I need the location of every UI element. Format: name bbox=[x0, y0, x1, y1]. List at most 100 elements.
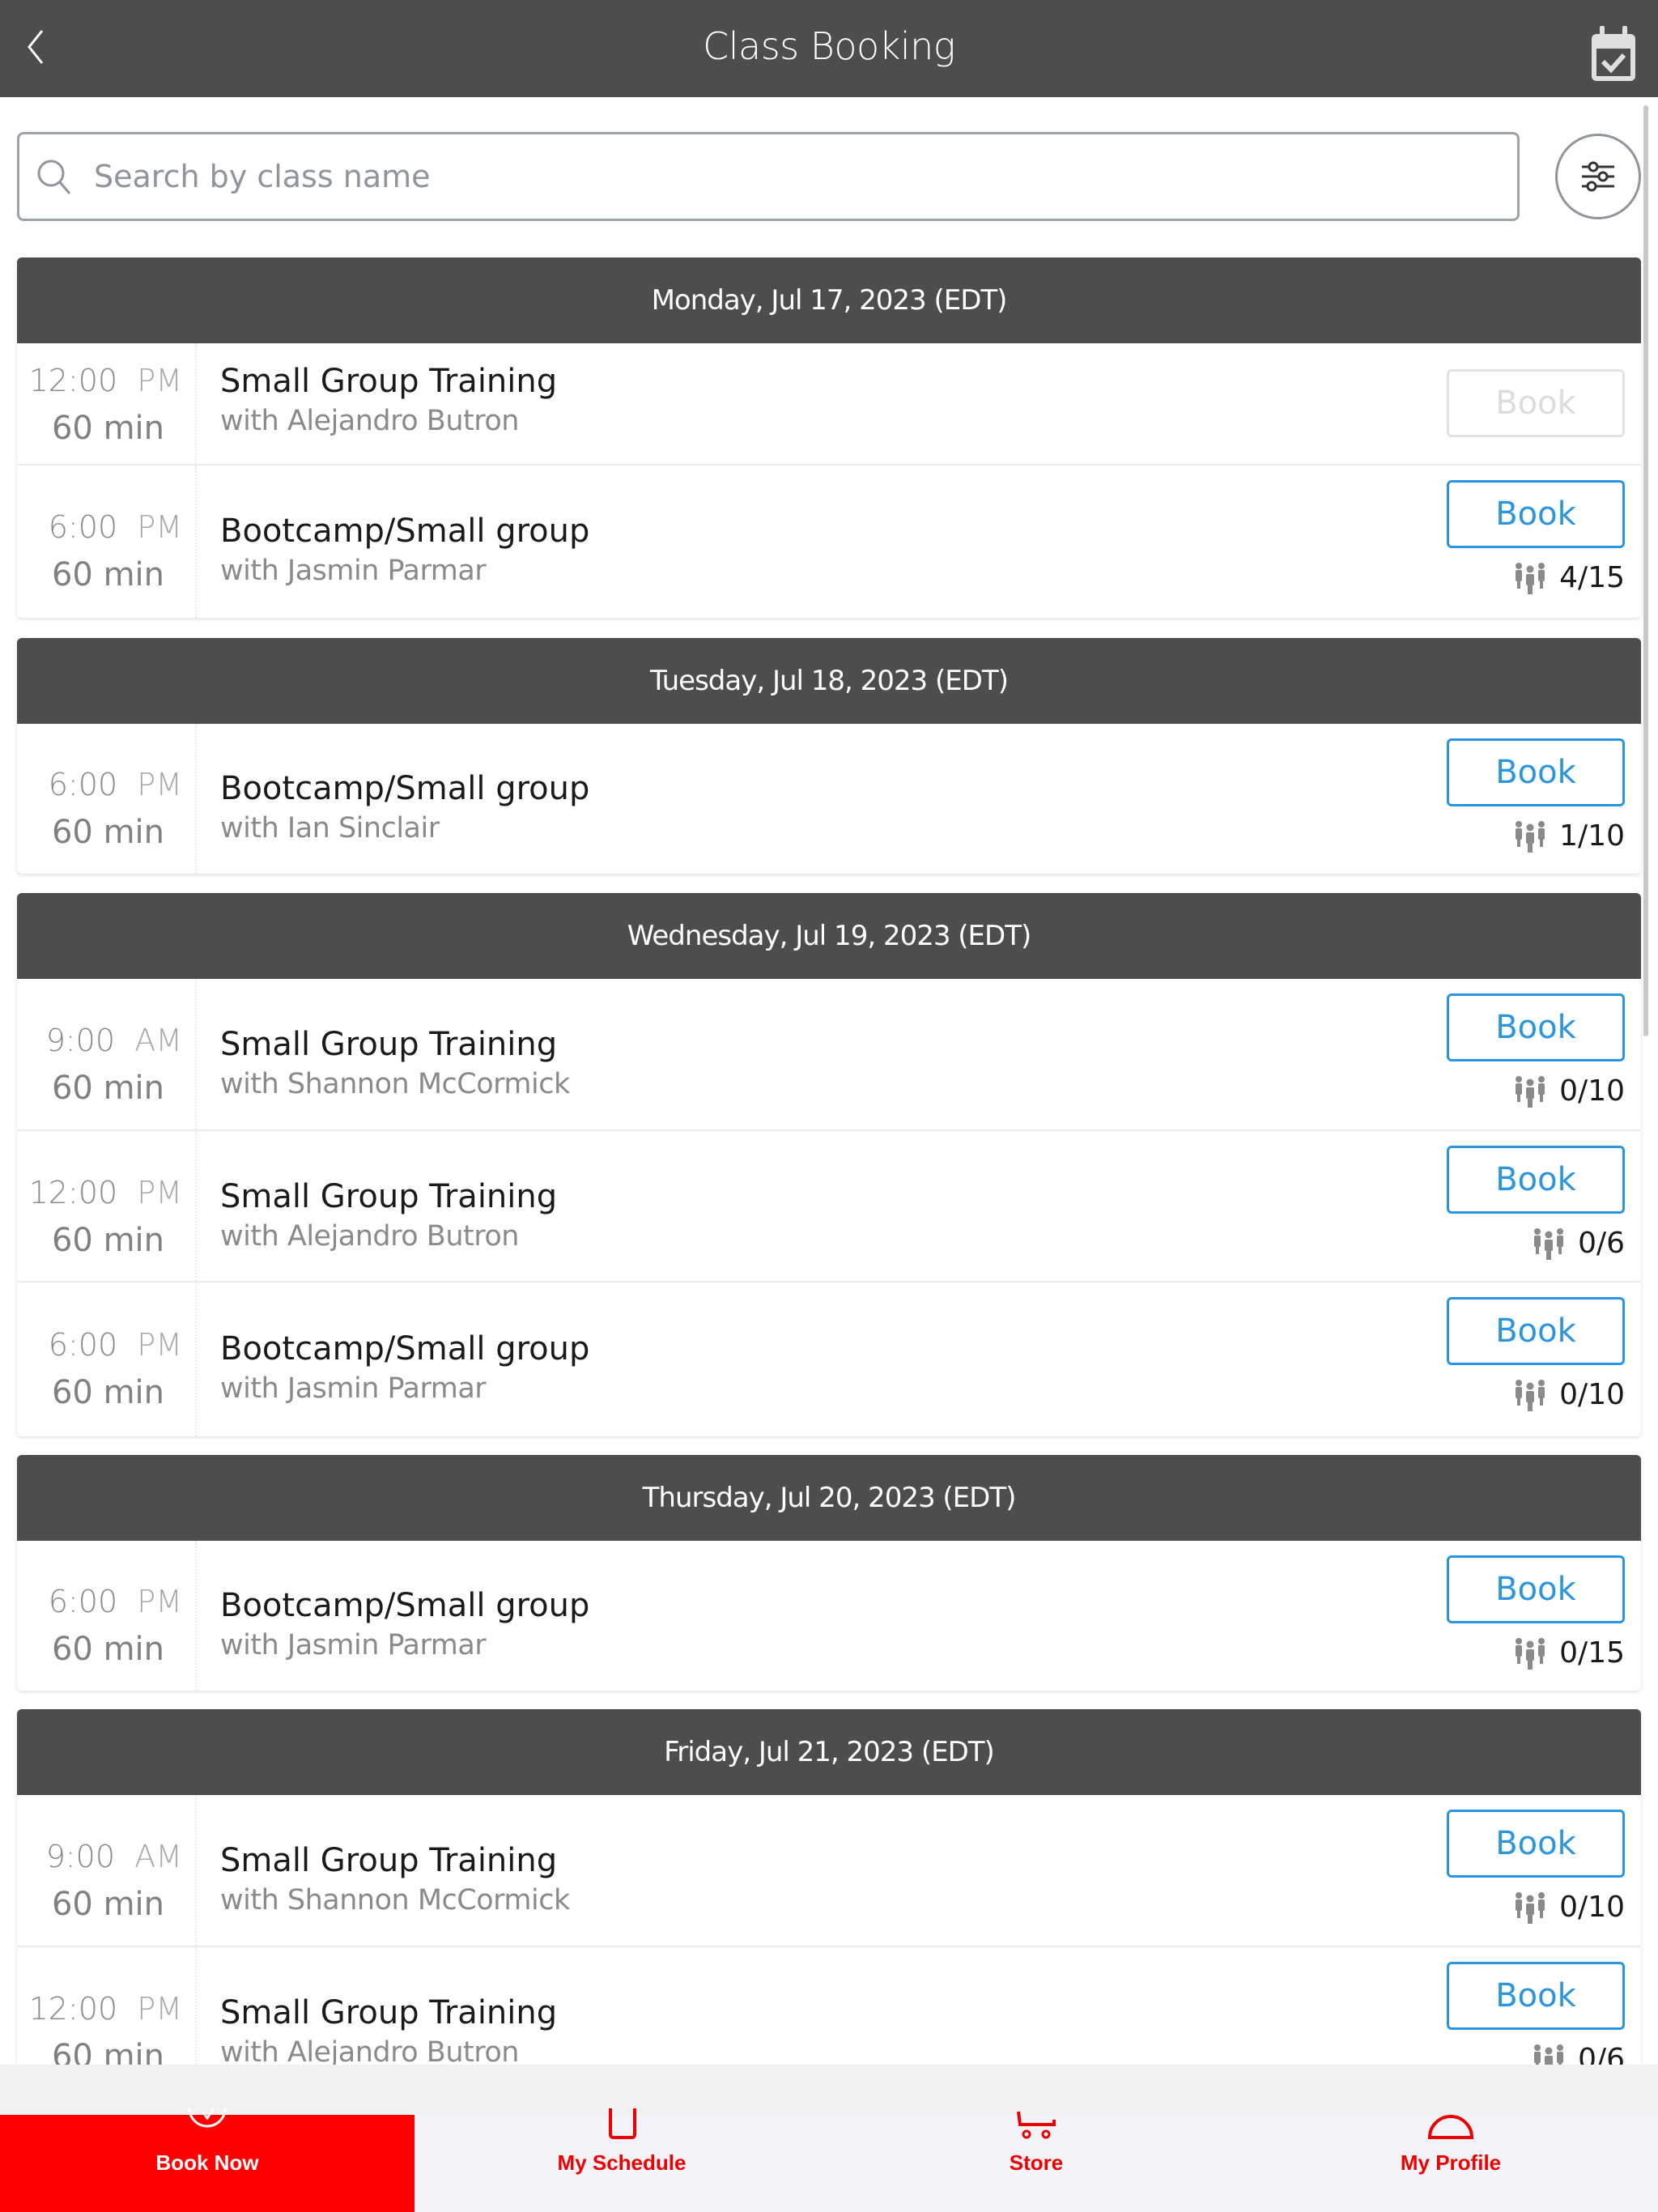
time-column: 12:00 PM 60 min bbox=[17, 1947, 197, 2065]
calendar-icon bbox=[609, 2108, 636, 2139]
nav-my-profile[interactable]: My Profile bbox=[1244, 2115, 1658, 2212]
class-row[interactable]: 12:00 PM 60 min Small Group Training with A… bbox=[17, 1131, 1641, 1283]
class-instructor: with Ian Sinclair bbox=[220, 812, 440, 844]
day-header: Tuesday, Jul 18, 2023 (EDT) bbox=[17, 638, 1641, 724]
class-name: Bootcamp/Small group bbox=[220, 770, 590, 807]
search-icon bbox=[37, 160, 71, 194]
day-group: Tuesday, Jul 18, 2023 (EDT) 6:00 PM 60 min… bbox=[17, 638, 1641, 874]
nav-my-schedule[interactable]: My Schedule bbox=[414, 2108, 829, 2212]
capacity-count: 0/10 bbox=[1559, 1377, 1625, 1411]
search-input[interactable] bbox=[94, 159, 1389, 194]
class-row[interactable]: 9:00 AM 60 min Small Group Training with Sh… bbox=[17, 979, 1641, 1131]
class-row[interactable]: 12:00 PM 60 min Small Group Training with A… bbox=[17, 1947, 1641, 2065]
class-name: Small Group Training bbox=[220, 1842, 558, 1879]
class-name: Small Group Training bbox=[220, 363, 558, 400]
day-header: Monday, Jul 17, 2023 (EDT) bbox=[17, 257, 1641, 343]
nav-label: My Profile bbox=[1400, 2150, 1502, 2175]
class-row[interactable]: 6:00 PM 60 min Bootcamp/Small group with Ja… bbox=[17, 1283, 1641, 1436]
people-icon bbox=[1534, 1228, 1564, 1260]
people-icon bbox=[1534, 2044, 1564, 2065]
my-bookings-button[interactable] bbox=[1585, 24, 1642, 83]
day-header: Thursday, Jul 20, 2023 (EDT) bbox=[17, 1455, 1641, 1541]
bottom-nav: Book Now My Schedule Store My Profile bbox=[0, 2108, 1658, 2212]
class-name: Bootcamp/Small group bbox=[220, 1330, 590, 1368]
class-duration: 60 min bbox=[51, 556, 164, 593]
class-duration: 60 min bbox=[51, 1222, 164, 1259]
class-name: Bootcamp/Small group bbox=[220, 513, 590, 550]
page-title: Class Booking bbox=[703, 24, 955, 68]
class-booking-screen: Class Booking Mond bbox=[0, 0, 1658, 2212]
capacity-count: 4/15 bbox=[1559, 560, 1625, 594]
book-button[interactable]: Book bbox=[1447, 993, 1625, 1061]
capacity-count: 0/10 bbox=[1559, 1890, 1625, 1924]
class-list[interactable]: Monday, Jul 17, 2023 (EDT) 12:00 PM 60 min… bbox=[0, 97, 1658, 2065]
book-button[interactable]: Book bbox=[1447, 1810, 1625, 1878]
class-duration: 60 min bbox=[51, 814, 164, 851]
people-icon bbox=[1516, 821, 1545, 853]
capacity-count: 0/15 bbox=[1559, 1636, 1625, 1670]
time-column: 12:00 PM 60 min bbox=[17, 343, 197, 464]
class-instructor: with Shannon McCormick bbox=[220, 1068, 570, 1100]
day-group: Thursday, Jul 20, 2023 (EDT) 6:00 PM 60 mi… bbox=[17, 1455, 1641, 1691]
bottom-spacer bbox=[0, 2065, 1658, 2115]
capacity: 0/6 bbox=[1531, 2041, 1625, 2065]
calendar-check-icon bbox=[1592, 26, 1635, 81]
book-button[interactable]: Book bbox=[1447, 1555, 1625, 1623]
people-icon bbox=[1516, 1892, 1545, 1924]
filter-button[interactable] bbox=[1555, 134, 1641, 219]
nav-label: Store bbox=[1009, 2150, 1064, 2175]
day-group: Monday, Jul 17, 2023 (EDT) 12:00 PM 60 min… bbox=[17, 257, 1641, 618]
search-box[interactable] bbox=[17, 132, 1520, 221]
class-row[interactable]: 6:00 PM 60 min Bootcamp/Small group with Ja… bbox=[17, 466, 1641, 618]
time-column: 6:00 PM 60 min bbox=[17, 1541, 197, 1691]
capacity: 0/10 bbox=[1512, 1376, 1625, 1412]
capacity-count: 0/6 bbox=[1578, 2042, 1625, 2065]
day-header: Wednesday, Jul 19, 2023 (EDT) bbox=[17, 893, 1641, 979]
nav-label: Book Now bbox=[155, 2150, 259, 2175]
class-instructor: with Jasmin Parmar bbox=[220, 555, 487, 587]
class-name: Small Group Training bbox=[220, 1026, 558, 1063]
class-duration: 60 min bbox=[51, 1886, 164, 1923]
class-time: 12:00 PM bbox=[28, 1175, 182, 1210]
class-duration: 60 min bbox=[51, 2038, 164, 2065]
people-icon bbox=[1516, 1076, 1545, 1108]
people-icon bbox=[1516, 563, 1545, 594]
class-instructor: with Shannon McCormick bbox=[220, 1884, 570, 1916]
class-row[interactable]: 6:00 PM 60 min Bootcamp/Small group with Ia… bbox=[17, 724, 1641, 874]
class-row[interactable]: 9:00 AM 60 min Small Group Training with Sh… bbox=[17, 1795, 1641, 1947]
capacity-count: 0/10 bbox=[1559, 1074, 1625, 1108]
cart-icon bbox=[1017, 2111, 1056, 2139]
nav-book-now[interactable]: Book Now bbox=[0, 2108, 414, 2212]
capacity: 0/6 bbox=[1531, 1225, 1625, 1261]
class-time: 6:00 PM bbox=[48, 1584, 182, 1619]
class-name: Small Group Training bbox=[220, 1178, 558, 1215]
class-duration: 60 min bbox=[51, 1374, 164, 1411]
time-column: 6:00 PM 60 min bbox=[17, 466, 197, 618]
class-instructor: with Alejandro Butron bbox=[220, 405, 519, 437]
class-duration: 60 min bbox=[51, 1631, 164, 1668]
people-icon bbox=[1516, 1380, 1545, 1411]
class-time: 9:00 AM bbox=[45, 1023, 182, 1058]
book-button[interactable]: Book bbox=[1447, 1146, 1625, 1214]
class-instructor: with Jasmin Parmar bbox=[220, 1372, 487, 1405]
class-row[interactable]: 12:00 PM 60 min Small Group Training with A… bbox=[17, 343, 1641, 466]
user-icon bbox=[1427, 2115, 1474, 2139]
check-circle-icon bbox=[188, 2108, 227, 2128]
class-duration: 60 min bbox=[51, 1070, 164, 1107]
nav-label: My Schedule bbox=[557, 2150, 687, 2175]
class-time: 6:00 PM bbox=[48, 1327, 182, 1363]
capacity: 4/15 bbox=[1512, 559, 1625, 595]
book-button[interactable]: Book bbox=[1447, 1962, 1625, 2030]
top-bar: Class Booking bbox=[0, 0, 1658, 97]
nav-store[interactable]: Store bbox=[829, 2111, 1244, 2212]
book-button[interactable]: Book bbox=[1447, 480, 1625, 548]
class-row[interactable]: 6:00 PM 60 min Bootcamp/Small group with Ja… bbox=[17, 1541, 1641, 1691]
scrollbar[interactable] bbox=[1643, 105, 1648, 1036]
sliders-icon bbox=[1582, 161, 1614, 192]
book-button[interactable]: Book bbox=[1447, 369, 1625, 437]
time-column: 12:00 PM 60 min bbox=[17, 1131, 197, 1281]
book-button[interactable]: Book bbox=[1447, 738, 1625, 806]
book-button[interactable]: Book bbox=[1447, 1297, 1625, 1365]
people-icon bbox=[1516, 1638, 1545, 1670]
time-column: 9:00 AM 60 min bbox=[17, 1795, 197, 1946]
